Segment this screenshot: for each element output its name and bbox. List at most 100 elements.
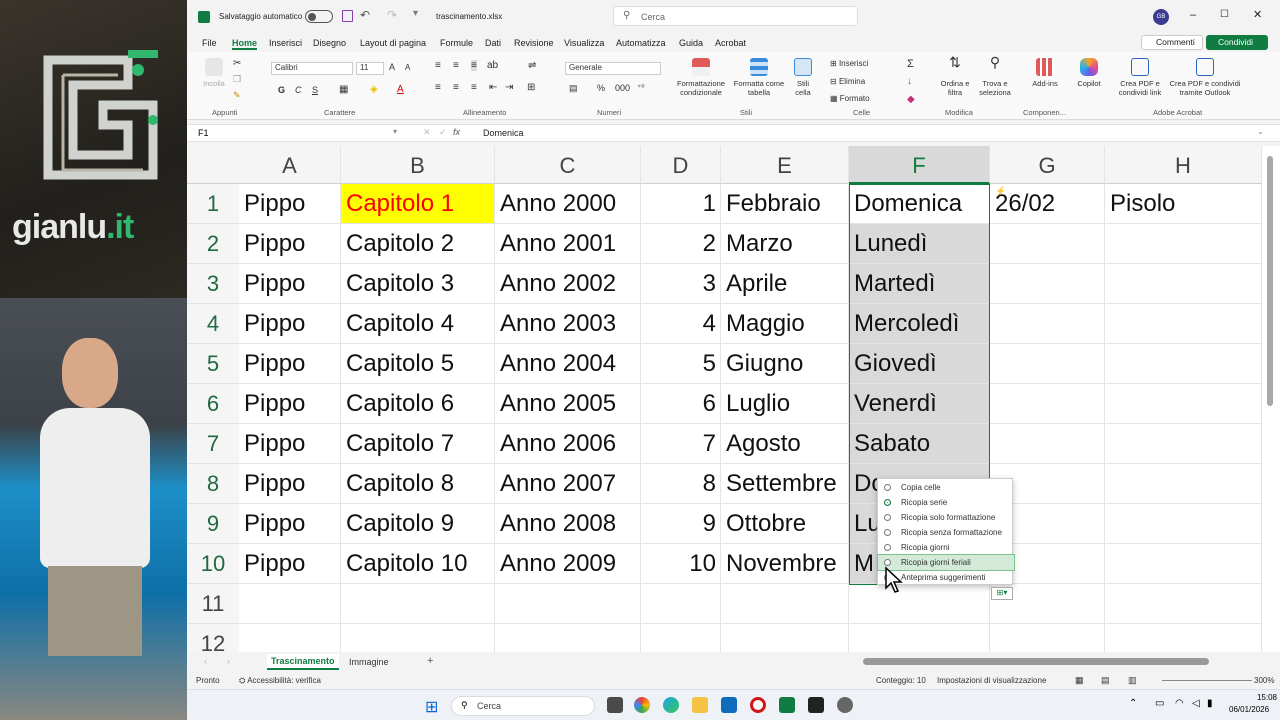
row-header[interactable]: 11: [187, 584, 239, 624]
orientation-icon[interactable]: ab: [487, 60, 498, 71]
cell-styles-button[interactable]: Stili cella: [789, 58, 817, 97]
accessibility-status[interactable]: ⛭ Accessibilità: verifica: [239, 676, 321, 686]
app-gear-icon[interactable]: [837, 697, 853, 713]
autofill-option[interactable]: Ricopia solo formattazione: [878, 510, 1014, 525]
row-header[interactable]: 2: [187, 224, 239, 264]
outlook-icon[interactable]: [721, 697, 737, 713]
percent-icon[interactable]: %: [597, 83, 605, 93]
row-header[interactable]: 12: [187, 624, 239, 652]
row-header[interactable]: 3: [187, 264, 239, 304]
column-header-d[interactable]: D: [641, 146, 721, 184]
cell-g2[interactable]: [990, 224, 1105, 264]
cell-h8[interactable]: [1105, 464, 1262, 504]
cell-c6[interactable]: Anno 2005: [495, 384, 641, 424]
row-header[interactable]: 7: [187, 424, 239, 464]
cell-d9[interactable]: 9: [641, 504, 721, 544]
cell-h1[interactable]: Pisolo: [1105, 184, 1262, 224]
cell-e1[interactable]: Febbraio: [721, 184, 849, 224]
cell-b4[interactable]: Capitolo 4: [341, 304, 495, 344]
cell-f1[interactable]: Domenica: [849, 184, 990, 224]
row-header[interactable]: 4: [187, 304, 239, 344]
flash-fill-icon[interactable]: ⚡: [995, 186, 1006, 197]
column-header-a[interactable]: A: [239, 146, 341, 184]
chrome-icon[interactable]: [634, 697, 650, 713]
cell-d5[interactable]: 5: [641, 344, 721, 384]
align-bottom-icon[interactable]: ≡: [471, 60, 477, 71]
cell-d6[interactable]: 6: [641, 384, 721, 424]
copilot-button[interactable]: Copilot: [1071, 58, 1107, 88]
edge-icon[interactable]: [663, 697, 679, 713]
cell-c10[interactable]: Anno 2009: [495, 544, 641, 584]
column-header-h[interactable]: H: [1105, 146, 1262, 184]
row-header[interactable]: 9: [187, 504, 239, 544]
cell-d4[interactable]: 4: [641, 304, 721, 344]
cell-b11[interactable]: [341, 584, 495, 624]
cell-a9[interactable]: Pippo: [239, 504, 341, 544]
italic-icon[interactable]: C: [295, 85, 302, 95]
horizontal-scrollbar[interactable]: [863, 658, 1209, 665]
cell-a12[interactable]: [239, 624, 341, 652]
bold-icon[interactable]: G: [278, 85, 285, 95]
cell-g3[interactable]: [990, 264, 1105, 304]
cell-d2[interactable]: 2: [641, 224, 721, 264]
cell-h3[interactable]: [1105, 264, 1262, 304]
name-box[interactable]: F1: [198, 128, 209, 138]
comments-button[interactable]: Commenti: [1141, 35, 1203, 50]
column-header-e[interactable]: E: [721, 146, 849, 184]
conditional-format-button[interactable]: Formattazione condizionale: [673, 58, 729, 97]
font-color-icon[interactable]: A: [397, 84, 404, 95]
cell-e3[interactable]: Aprile: [721, 264, 849, 304]
tab-data[interactable]: Dati: [485, 38, 501, 48]
cell-d1[interactable]: 1: [641, 184, 721, 224]
copy-icon[interactable]: ❐: [233, 74, 241, 85]
paste-button[interactable]: Incolla: [201, 58, 227, 88]
decrease-font-icon[interactable]: A: [405, 63, 410, 72]
cell-d11[interactable]: [641, 584, 721, 624]
clear-icon[interactable]: ◆: [907, 94, 915, 105]
sheet-tab-immagine[interactable]: Immagine: [349, 657, 389, 667]
cell-g5[interactable]: [990, 344, 1105, 384]
cell-e5[interactable]: Giugno: [721, 344, 849, 384]
cell-f2[interactable]: Lunedì: [849, 224, 990, 264]
cell-a4[interactable]: Pippo: [239, 304, 341, 344]
increase-indent-icon[interactable]: ⇥: [505, 82, 513, 93]
merge-center-icon[interactable]: ⊞: [527, 82, 535, 93]
cell-h10[interactable]: [1105, 544, 1262, 584]
tray-network-icon[interactable]: ▭: [1155, 698, 1164, 709]
cell-h5[interactable]: [1105, 344, 1262, 384]
undo-icon[interactable]: ↶: [360, 8, 370, 22]
tab-home[interactable]: Home: [232, 38, 258, 50]
tab-draw[interactable]: Disegno: [313, 38, 346, 48]
page-layout-view-icon[interactable]: ▤: [1101, 675, 1110, 686]
app-z-icon[interactable]: [808, 697, 824, 713]
cell-h7[interactable]: [1105, 424, 1262, 464]
cell-e10[interactable]: Novembre: [721, 544, 849, 584]
underline-icon[interactable]: S: [312, 85, 318, 95]
cell-e8[interactable]: Settembre: [721, 464, 849, 504]
cell-c3[interactable]: Anno 2002: [495, 264, 641, 304]
cell-b1[interactable]: Capitolo 1: [341, 184, 495, 224]
row-header[interactable]: 5: [187, 344, 239, 384]
format-as-table-button[interactable]: Formatta come tabella: [731, 58, 787, 97]
cell-e2[interactable]: Marzo: [721, 224, 849, 264]
cell-h12[interactable]: [1105, 624, 1262, 652]
autosum-icon[interactable]: Σ: [907, 58, 914, 70]
autosave-toggle[interactable]: [305, 10, 333, 23]
close-icon[interactable]: ✕: [1253, 8, 1262, 21]
cell-b7[interactable]: Capitolo 7: [341, 424, 495, 464]
cell-g12[interactable]: [990, 624, 1105, 652]
borders-icon[interactable]: ▦: [339, 84, 348, 95]
font-size-select[interactable]: 11: [356, 62, 384, 75]
align-left-icon[interactable]: ≡: [435, 82, 441, 93]
sort-filter-button[interactable]: ⇅ Ordina e filtra: [937, 55, 973, 97]
increase-font-icon[interactable]: A: [389, 62, 395, 72]
autofill-option[interactable]: Ricopia senza formattazione: [878, 525, 1014, 540]
cell-b2[interactable]: Capitolo 2: [341, 224, 495, 264]
file-name[interactable]: trascinamento.xlsx: [436, 12, 502, 21]
clock-time[interactable]: 15:08: [1239, 693, 1277, 702]
sheet-tab-trascinamento[interactable]: Trascinamento: [267, 654, 339, 670]
cell-c4[interactable]: Anno 2003: [495, 304, 641, 344]
decrease-indent-icon[interactable]: ⇤: [489, 82, 497, 93]
cut-icon[interactable]: ✂: [233, 58, 241, 69]
tab-formulas[interactable]: Formule: [440, 38, 473, 48]
